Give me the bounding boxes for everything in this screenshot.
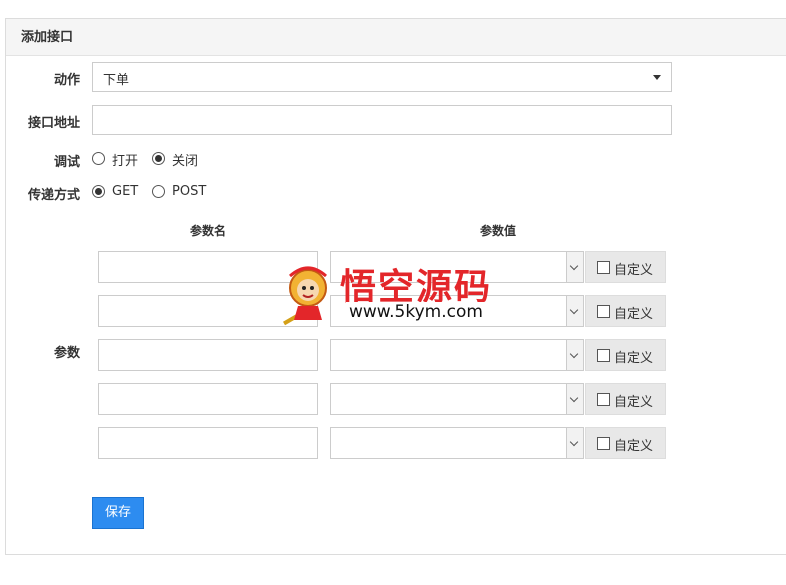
custom-toggle[interactable]: 自定义 xyxy=(585,427,666,459)
param-value-select[interactable] xyxy=(330,339,584,371)
custom-label: 自定义 xyxy=(614,395,654,410)
debug-radio-open[interactable] xyxy=(92,152,105,165)
custom-label: 自定义 xyxy=(614,263,654,278)
chevron-down-icon[interactable] xyxy=(566,296,583,326)
monkey-king-logo-icon xyxy=(283,266,327,326)
watermark-url: www.5kym.com xyxy=(346,302,486,322)
panel-title: 添加接口 xyxy=(6,19,786,56)
param-name-input[interactable] xyxy=(98,427,318,459)
param-value-select[interactable] xyxy=(330,383,584,415)
debug-radio-close-label: 关闭 xyxy=(172,154,199,169)
method-radio-get[interactable] xyxy=(92,185,105,198)
custom-toggle[interactable]: 自定义 xyxy=(585,295,666,327)
caret-down-icon xyxy=(653,75,661,80)
custom-toggle[interactable]: 自定义 xyxy=(585,383,666,415)
chevron-down-icon[interactable] xyxy=(566,340,583,370)
url-label: 接口地址 xyxy=(27,116,80,131)
debug-label: 调试 xyxy=(53,155,80,170)
custom-checkbox[interactable] xyxy=(597,349,610,362)
watermark: 悟空源码 www.5kym.com xyxy=(278,258,508,330)
custom-toggle[interactable]: 自定义 xyxy=(585,251,666,283)
param-name-input[interactable] xyxy=(98,339,318,371)
save-button[interactable]: 保存 xyxy=(92,497,144,529)
method-radio-get-label: GET xyxy=(112,184,139,199)
param-value-header: 参数值 xyxy=(480,224,517,238)
param-name-input[interactable] xyxy=(98,383,318,415)
action-select[interactable]: 下单 xyxy=(92,62,672,92)
custom-checkbox[interactable] xyxy=(597,437,610,450)
custom-label: 自定义 xyxy=(614,351,654,366)
custom-checkbox[interactable] xyxy=(597,261,610,274)
action-label: 动作 xyxy=(53,73,80,88)
chevron-down-icon[interactable] xyxy=(566,252,583,282)
custom-checkbox[interactable] xyxy=(597,305,610,318)
url-input[interactable] xyxy=(92,105,672,135)
chevron-down-icon[interactable] xyxy=(566,384,583,414)
method-radio-post[interactable] xyxy=(152,185,165,198)
debug-radio-open-label: 打开 xyxy=(112,154,139,169)
custom-checkbox[interactable] xyxy=(597,393,610,406)
chevron-down-icon[interactable] xyxy=(566,428,583,458)
action-select-value: 下单 xyxy=(103,73,130,88)
method-label: 传递方式 xyxy=(27,188,80,203)
param-value-select[interactable] xyxy=(330,427,584,459)
custom-label: 自定义 xyxy=(614,439,654,454)
param-name-header: 参数名 xyxy=(190,224,227,238)
custom-label: 自定义 xyxy=(614,307,654,322)
method-radio-post-label: POST xyxy=(172,184,207,199)
custom-toggle[interactable]: 自定义 xyxy=(585,339,666,371)
debug-radio-close[interactable] xyxy=(152,152,165,165)
params-label: 参数 xyxy=(53,346,80,361)
